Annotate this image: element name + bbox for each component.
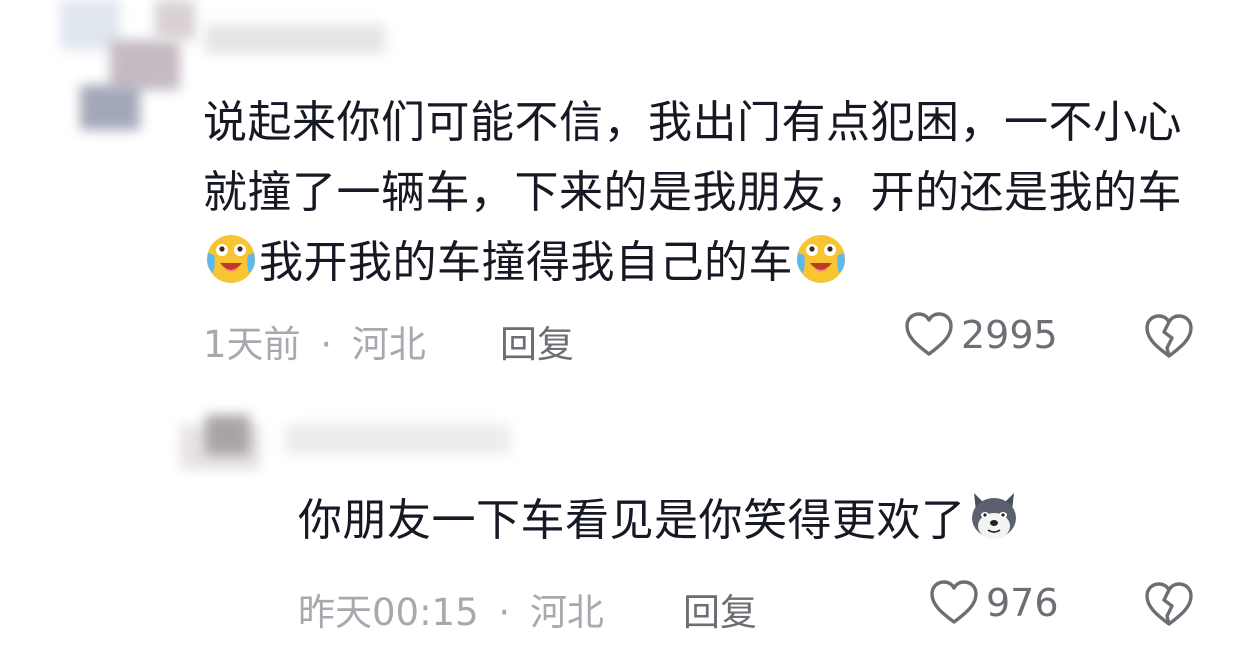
comment-location: 河北 bbox=[351, 323, 426, 366]
username[interactable] bbox=[285, 418, 525, 462]
username[interactable] bbox=[205, 20, 395, 60]
comment-text: 说起来你们可能不信，我出门有点犯困，一不小心就撞了一辆车，下来的是我朋友，开的还… bbox=[203, 97, 1182, 288]
reply-button[interactable]: 回复 bbox=[500, 314, 574, 368]
avatar[interactable] bbox=[180, 405, 270, 480]
avatar[interactable] bbox=[60, 0, 195, 135]
dislike-button[interactable] bbox=[1143, 580, 1195, 634]
comment-time: 1天前 bbox=[203, 323, 301, 366]
comment-location: 河北 bbox=[529, 591, 604, 634]
comment-time: 昨天00:15 bbox=[298, 591, 479, 634]
heart-icon bbox=[930, 580, 978, 624]
comment-meta: 1天前 · 河北 bbox=[203, 314, 426, 368]
like-button[interactable]: 976 bbox=[928, 578, 1059, 628]
like-button[interactable]: 2995 bbox=[903, 310, 1058, 360]
crying-laughing-emoji-icon bbox=[797, 235, 845, 283]
crying-laughing-emoji-icon bbox=[207, 235, 255, 283]
like-count: 2995 bbox=[961, 313, 1058, 357]
meta-separator: · bbox=[320, 323, 333, 366]
comment-text: 你朋友一下车看见是你笑得更欢了 bbox=[298, 486, 1198, 556]
husky-dog-emoji-icon bbox=[971, 493, 1016, 539]
comment-meta: 昨天00:15 · 河北 bbox=[298, 582, 604, 636]
heart-icon bbox=[905, 312, 953, 356]
meta-separator: · bbox=[498, 591, 511, 634]
dislike-button[interactable] bbox=[1143, 312, 1195, 366]
broken-heart-icon bbox=[1145, 582, 1193, 626]
broken-heart-icon bbox=[1145, 314, 1193, 358]
reply-button[interactable]: 回复 bbox=[683, 582, 757, 636]
like-count: 976 bbox=[986, 581, 1059, 625]
